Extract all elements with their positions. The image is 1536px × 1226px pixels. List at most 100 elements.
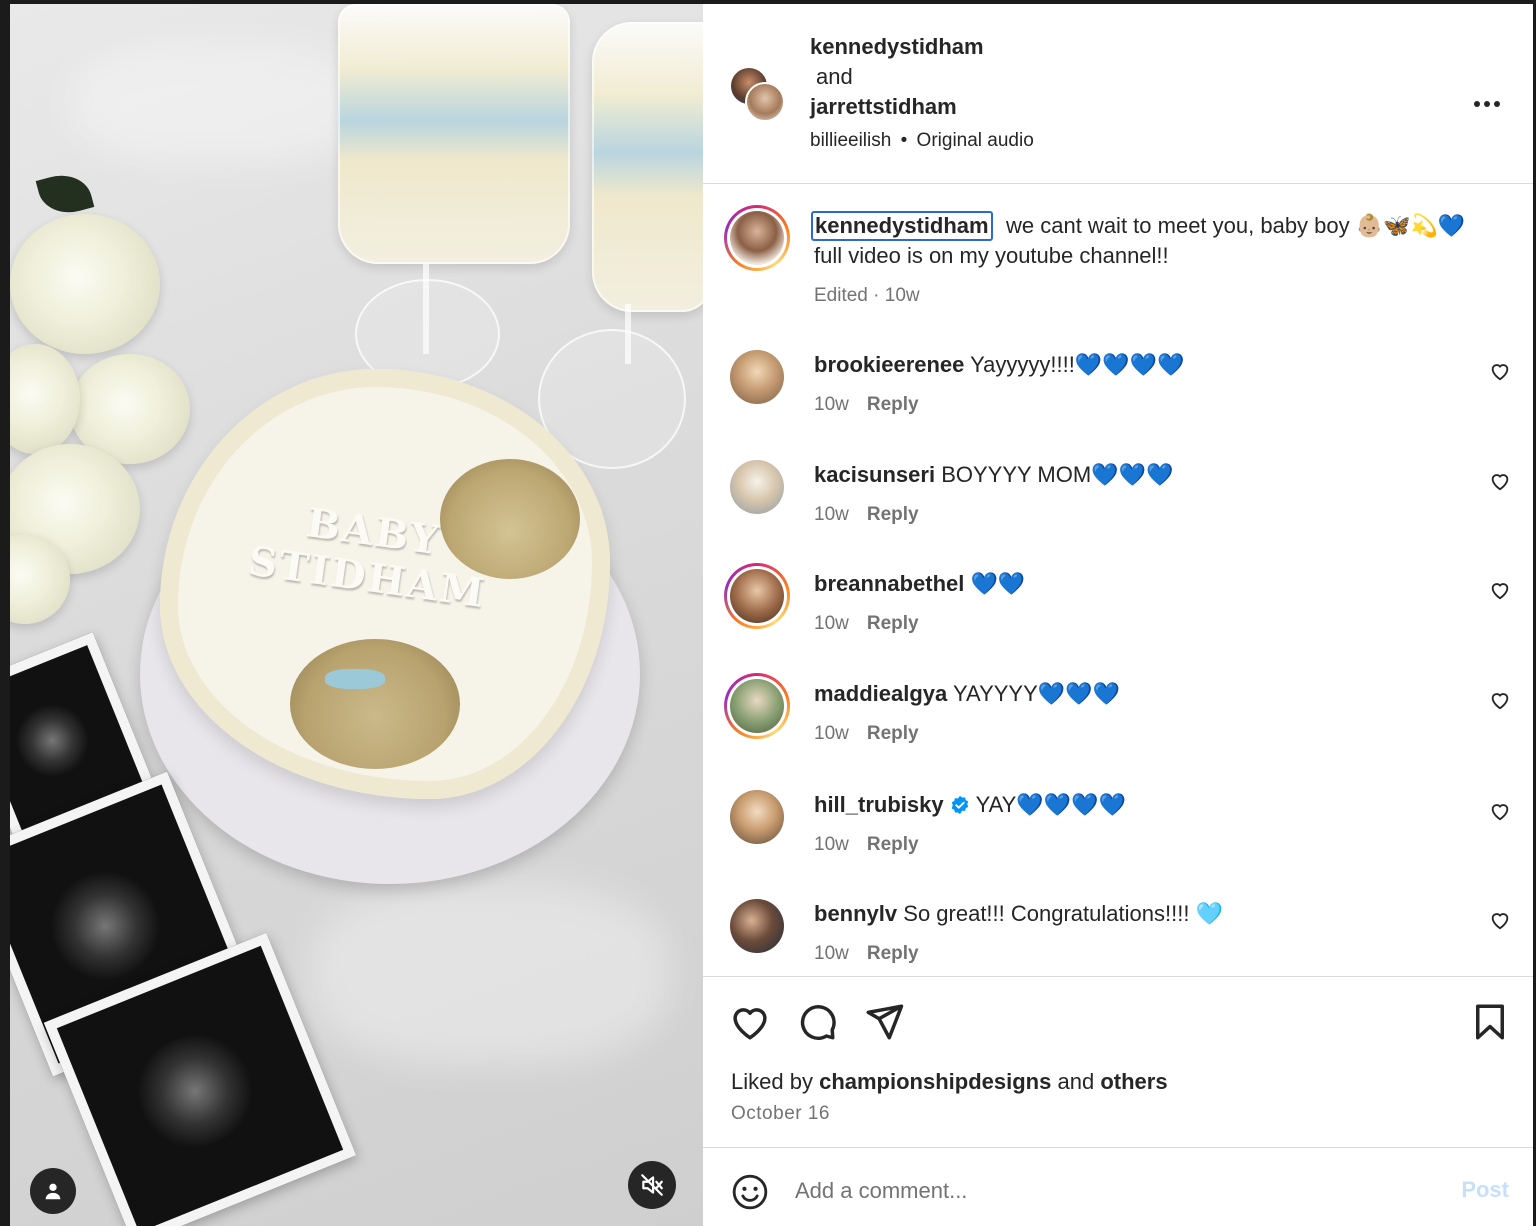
more-options-button[interactable] xyxy=(1473,84,1501,115)
comment-text: maddiealgya YAYYYY💙💙💙 xyxy=(814,681,1120,707)
add-comment-input[interactable] xyxy=(795,1173,1415,1209)
comment-item: brookieerenee Yayyyyy!!!!💙💙💙💙 10w Reply xyxy=(703,350,1533,460)
cake-glass-left xyxy=(338,4,570,264)
comment-time: 10w xyxy=(814,394,849,415)
save-button[interactable] xyxy=(1469,1001,1511,1043)
verified-badge-icon xyxy=(951,795,968,815)
audio-info: billieeilish • Original audio xyxy=(810,130,1034,152)
collab-and-text: and xyxy=(816,64,853,89)
reply-button[interactable]: Reply xyxy=(867,834,919,855)
comment-item: bennylv So great!!! Congratulations!!!! … xyxy=(703,899,1533,975)
comment-username[interactable]: bennylv xyxy=(814,901,897,926)
caption-username[interactable]: kennedystidham xyxy=(811,211,993,241)
comment-body: YAYYYY💙💙💙 xyxy=(953,681,1120,706)
cake-glass-right xyxy=(592,22,703,312)
comment-time: 10w xyxy=(814,613,849,634)
author-username[interactable]: kennedystidham xyxy=(810,34,984,60)
avatar-story-ring[interactable] xyxy=(724,563,790,629)
collaborator-username[interactable]: jarrettstidham xyxy=(810,94,957,120)
mute-toggle-button[interactable] xyxy=(628,1161,676,1209)
comment-meta: 10w Reply xyxy=(814,394,919,416)
comment-item: maddiealgya YAYYYY💙💙💙 10w Reply xyxy=(703,673,1533,783)
comment-username[interactable]: brookieerenee xyxy=(814,352,964,377)
comment-username[interactable]: hill_trubisky xyxy=(814,792,944,817)
comment-meta: 10w Reply xyxy=(814,943,919,965)
comment-meta: 10w Reply xyxy=(814,504,919,526)
heart-cake: BABY STIDHAM xyxy=(160,369,610,799)
comment-username[interactable]: breannabethel xyxy=(814,571,964,596)
post-header: kennedystidham and jarrettstidham billie… xyxy=(703,4,1533,184)
liked-by-others[interactable]: others xyxy=(1100,1069,1167,1094)
sheet-highlight xyxy=(310,884,670,1064)
comment-text: hill_trubisky YAY💙💙💙💙 xyxy=(814,792,1126,818)
rose-leaf xyxy=(35,168,95,220)
sheet-highlight xyxy=(70,44,370,164)
comment-time: 10w xyxy=(814,504,849,525)
comment-username[interactable]: maddiealgya xyxy=(814,681,947,706)
comment-item: hill_trubisky YAY💙💙💙💙 10w Reply xyxy=(703,790,1533,900)
caption-timestamp: Edited · 10w xyxy=(814,285,920,306)
heart-icon[interactable] xyxy=(1489,579,1511,601)
post-details-panel: kennedystidham and jarrettstidham billie… xyxy=(703,4,1533,1226)
post-media[interactable]: BABY STIDHAM xyxy=(10,4,703,1226)
reply-button[interactable]: Reply xyxy=(867,394,919,415)
muted-speaker-icon xyxy=(641,1174,663,1196)
more-options-icon xyxy=(1474,101,1500,107)
comment-text: breannabethel 💙💙 xyxy=(814,571,1025,597)
rose xyxy=(10,344,80,454)
avatar[interactable] xyxy=(730,460,784,514)
comment-body: Yayyyyy!!!!💙💙💙💙 xyxy=(970,352,1185,377)
rose xyxy=(10,214,160,354)
avatar-story-ring[interactable] xyxy=(724,673,790,739)
comment-body: So great!!! Congratulations!!!! 🩵 xyxy=(903,901,1223,926)
comment-body: BOYYYY MOM💙💙💙 xyxy=(941,462,1174,487)
comment-meta: 10w Reply xyxy=(814,613,919,635)
likes-summary: Liked by championshipdesigns and others xyxy=(731,1069,1168,1095)
tagged-people-button[interactable] xyxy=(30,1168,76,1214)
audio-label[interactable]: Original audio xyxy=(917,130,1034,151)
comment-username[interactable]: kacisunseri xyxy=(814,462,935,487)
reply-button[interactable]: Reply xyxy=(867,723,919,744)
comment-time: 10w xyxy=(814,943,849,964)
avatar[interactable] xyxy=(730,350,784,404)
audio-artist-link[interactable]: billieeilish xyxy=(810,130,891,151)
avatar xyxy=(730,679,784,733)
person-icon xyxy=(45,1183,61,1200)
comment-text: brookieerenee Yayyyyy!!!!💙💙💙💙 xyxy=(814,352,1184,378)
blue-filling xyxy=(325,669,385,689)
caption-text-line: full video is on my youtube channel!! xyxy=(814,243,1169,268)
comment-body: YAY💙💙💙💙 xyxy=(975,792,1126,817)
liked-by-prefix: Liked by xyxy=(731,1069,813,1094)
heart-icon[interactable] xyxy=(1489,360,1511,382)
action-bar: Liked by championshipdesigns and others … xyxy=(703,976,1533,1148)
comment-item: breannabethel 💙💙 10w Reply xyxy=(703,563,1533,673)
reply-button[interactable]: Reply xyxy=(867,943,919,964)
heart-icon[interactable] xyxy=(1489,689,1511,711)
comment-meta: 10w Reply xyxy=(814,834,919,856)
caption-avatar[interactable] xyxy=(724,205,790,271)
comment-item: kacisunseri BOYYYY MOM💙💙💙 10w Reply xyxy=(703,460,1533,570)
share-button[interactable] xyxy=(863,1001,905,1043)
caption-text: we cant wait to meet you, baby boy 👶🏼🦋💫💙 xyxy=(1006,213,1466,238)
emoji-icon[interactable] xyxy=(731,1173,769,1211)
comment-button[interactable] xyxy=(796,1001,838,1043)
add-comment-row: Post xyxy=(703,1149,1533,1226)
avatar xyxy=(730,211,784,265)
reply-button[interactable]: Reply xyxy=(867,504,919,525)
avatar[interactable] xyxy=(730,790,784,844)
avatar xyxy=(730,569,784,623)
avatar[interactable] xyxy=(730,899,784,953)
heart-icon[interactable] xyxy=(1489,909,1511,931)
separator: • xyxy=(900,130,908,151)
reply-button[interactable]: Reply xyxy=(867,613,919,634)
like-button[interactable] xyxy=(729,1001,771,1043)
post-date[interactable]: October 16 xyxy=(731,1103,830,1125)
comment-meta: 10w Reply xyxy=(814,723,919,745)
heart-icon[interactable] xyxy=(1489,470,1511,492)
post-comment-button[interactable]: Post xyxy=(1461,1177,1509,1203)
heart-icon[interactable] xyxy=(1489,800,1511,822)
avatar[interactable] xyxy=(745,82,785,122)
liked-by-user[interactable]: championshipdesigns xyxy=(819,1069,1051,1094)
comment-text: kacisunseri BOYYYY MOM💙💙💙 xyxy=(814,462,1173,488)
comments-list[interactable]: kennedystidham we cant wait to meet you,… xyxy=(703,185,1533,975)
